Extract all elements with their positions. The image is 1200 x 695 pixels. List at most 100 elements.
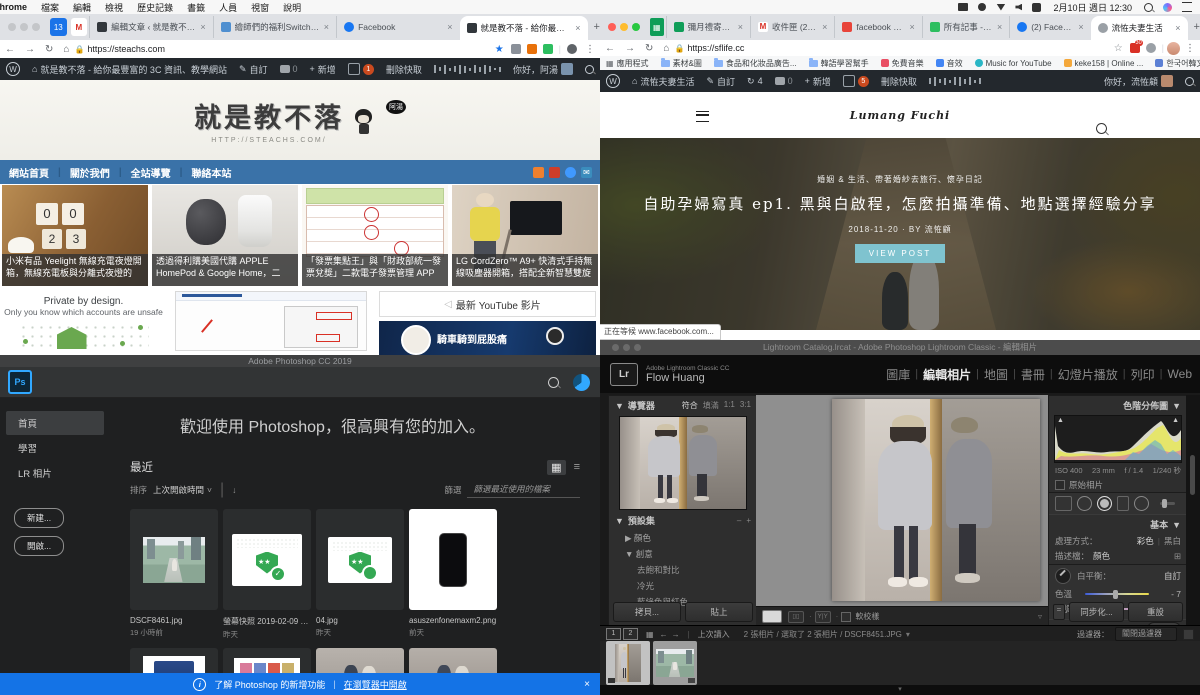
tab-sheets[interactable]: 彌月禮寄送名單 - G: × <box>666 16 750 38</box>
youtube-header[interactable]: ◁最新 YouTube 影片 <box>379 291 596 317</box>
bookmark-star-icon[interactable]: ☆ <box>1114 43 1123 54</box>
pinned-tab-sheets[interactable]: ▦ <box>650 18 664 36</box>
panel-scrollbar[interactable] <box>1186 395 1200 625</box>
filmstrip-info[interactable]: 2 張相片 / 選取了 2 張相片 / DSCF8451.JPG <box>744 629 902 640</box>
menu-edit[interactable]: 編輯 <box>66 1 98 14</box>
pinned-tab-gmail[interactable]: M <box>71 18 88 36</box>
bookmark-ytmusic[interactable]: Music for YouTube <box>975 59 1052 68</box>
wp-comments[interactable]: 0 <box>280 64 298 74</box>
bookmark-star-icon[interactable]: ★ <box>495 44 504 55</box>
stats-sparkline[interactable] <box>434 64 501 74</box>
wp-customize[interactable]: ✎自訂 <box>239 63 268 76</box>
search-icon[interactable] <box>548 377 559 388</box>
nav-contact[interactable]: 聯絡本站 <box>191 165 231 180</box>
extension-icon[interactable] <box>1146 43 1156 53</box>
window-controls[interactable] <box>608 23 640 31</box>
bookmark-keke[interactable]: keke158 | Online ... <box>1064 59 1144 68</box>
tab-close-icon[interactable]: × <box>324 22 329 32</box>
bookmark-folder[interactable]: 素材&圖 <box>661 58 702 69</box>
navigator-preview[interactable] <box>619 416 747 510</box>
address-bar[interactable]: https://sflife.cc <box>687 43 744 53</box>
add-preset-icon[interactable]: + <box>746 516 751 525</box>
wp-new[interactable]: +新增 <box>805 75 831 88</box>
file-card[interactable]: asuszenfonemaxm2.png 前天 <box>409 509 497 638</box>
site-logo[interactable]: 就是教不落 <box>194 96 344 135</box>
lightroom-titlebar[interactable]: Lightroom Catalog.lrcat - Adobe Photosho… <box>600 340 1200 355</box>
sort-select[interactable]: 上次開啟時間 <box>153 484 204 496</box>
twitter-icon[interactable] <box>565 167 576 178</box>
nav-sitemap[interactable]: 全站導覽 <box>131 165 171 180</box>
hero-categories[interactable]: 婚姻 & 生活、帶著婚紗去旅行、懷孕日記 <box>600 174 1200 185</box>
wp-site-name[interactable]: ⌂就是教不落 - 給你最豐富的 3C 資訊、教學網站 <box>32 63 227 76</box>
filter-input[interactable]: 篩選最近使用的檔案 <box>467 483 580 498</box>
account-avatar[interactable] <box>573 374 590 391</box>
profile-avatar[interactable] <box>1167 42 1180 55</box>
spotlight-icon[interactable] <box>1144 3 1153 12</box>
original-photo-row[interactable]: 原始相片 <box>1049 478 1187 492</box>
tab-facebook[interactable]: Facebook × <box>336 16 459 38</box>
plurk-icon[interactable] <box>549 167 560 178</box>
before-after-icon[interactable]: ▯▯ <box>788 611 804 623</box>
bottom-panel-toggle[interactable]: ▾ <box>600 685 1200 695</box>
collapse-icon[interactable]: ▼ <box>615 401 624 411</box>
tab-sflife-active[interactable]: 流恠夫妻生活 × <box>1091 16 1188 40</box>
wp-customize[interactable]: ✎自訂 <box>706 75 735 88</box>
menu-help[interactable]: 說明 <box>276 1 308 14</box>
prev-photo-icon[interactable]: ← <box>660 630 668 639</box>
promo-widget[interactable]: Private by design. Only you know which a… <box>0 288 167 355</box>
menubar-clock[interactable]: 2月10日 週日 12:30 <box>1046 1 1139 14</box>
module-library[interactable]: 圖庫 <box>886 366 910 383</box>
siri-icon[interactable] <box>1163 3 1172 12</box>
presets-header[interactable]: ▼ 預設集 –+ <box>609 511 757 530</box>
tab-edit-post[interactable]: 編輯文章 ‹ 就是教不落 - 給你: × <box>89 16 212 38</box>
bookmark-sfx[interactable]: 音效 <box>936 58 963 69</box>
wifi-icon[interactable] <box>996 4 1005 11</box>
volume-icon[interactable] <box>1015 4 1022 11</box>
hero-title[interactable]: 自助孕婦寫真 ep1. 黑與白啟程，怎麼拍攝準備、地點選擇經驗分享 <box>600 193 1200 214</box>
stats-sparkline[interactable] <box>929 76 981 86</box>
wp-new[interactable]: +新增 <box>310 63 336 76</box>
chrome-menu-icon[interactable]: ⋮ <box>585 44 595 55</box>
menu-file[interactable]: 檔案 <box>34 1 66 14</box>
photoshop-logo[interactable]: Ps <box>8 370 32 394</box>
bookmark-apps[interactable]: ▦應用程式 <box>606 58 649 69</box>
tab-facebook[interactable]: (2) Facebook × <box>1009 16 1090 38</box>
preset-group-color[interactable]: ▶ 顏色 <box>609 530 757 546</box>
chrome-menu-icon[interactable]: ⋮ <box>1185 43 1195 54</box>
search-icon[interactable] <box>1096 123 1107 134</box>
bookmark-music[interactable]: 免費音樂 <box>881 58 924 69</box>
crop-tool-icon[interactable] <box>1055 496 1072 511</box>
file-card[interactable]: ✓ 螢幕快照 2019-02-09 下午12.42.4... 昨天 <box>223 509 311 640</box>
radial-tool-icon[interactable] <box>1134 496 1149 511</box>
sort-direction-icon[interactable]: ↓ <box>232 485 236 495</box>
loupe-view-icon[interactable] <box>762 610 782 623</box>
monitor-1-button[interactable]: 1 <box>606 628 621 640</box>
wp-site-name[interactable]: ⌂流恠夫妻生活 <box>632 75 694 88</box>
new-file-button[interactable]: 新建... <box>14 508 64 528</box>
bookmark-folder[interactable]: 韓語學習幫手 <box>809 58 869 69</box>
list-view-icon[interactable]: ≡ <box>574 461 580 473</box>
collapse-icon[interactable]: ▼ <box>615 516 624 526</box>
filmstrip-thumb[interactable] <box>653 641 697 685</box>
profile-select[interactable]: 顏色 <box>1093 550 1110 562</box>
highlight-clipping-icon[interactable]: ▲ <box>1172 417 1179 424</box>
mail-extension-icon[interactable] <box>511 44 521 54</box>
bookmark-korean[interactable]: 한국어韓文學習 <box>1155 58 1200 69</box>
module-print[interactable]: 列印 <box>1131 366 1155 383</box>
nav-home[interactable]: 網站首頁 <box>9 165 49 180</box>
profile-browser-icon[interactable]: ⊞ <box>1174 551 1181 562</box>
wp-search[interactable] <box>1185 77 1194 86</box>
menu-history[interactable]: 歷史記錄 <box>130 1 180 14</box>
gradient-tool-icon[interactable] <box>1117 496 1129 511</box>
wp-search[interactable] <box>585 65 594 74</box>
address-bar[interactable]: https://steachs.com <box>87 44 165 54</box>
softproof-checkbox[interactable] <box>841 612 851 622</box>
nav-3to1[interactable]: 3:1 <box>740 400 751 411</box>
home-button[interactable]: ⌂ <box>663 43 669 54</box>
treatment-color[interactable]: 彩色 <box>1137 535 1154 547</box>
new-tab-button[interactable]: + <box>1194 21 1200 33</box>
tab-evernote[interactable]: 所有記事 - Evernote × <box>922 16 1009 38</box>
remove-preset-icon[interactable]: – <box>737 516 741 525</box>
wp-updates[interactable]: 1 <box>348 63 374 75</box>
profile-extension-icon[interactable] <box>567 44 577 54</box>
